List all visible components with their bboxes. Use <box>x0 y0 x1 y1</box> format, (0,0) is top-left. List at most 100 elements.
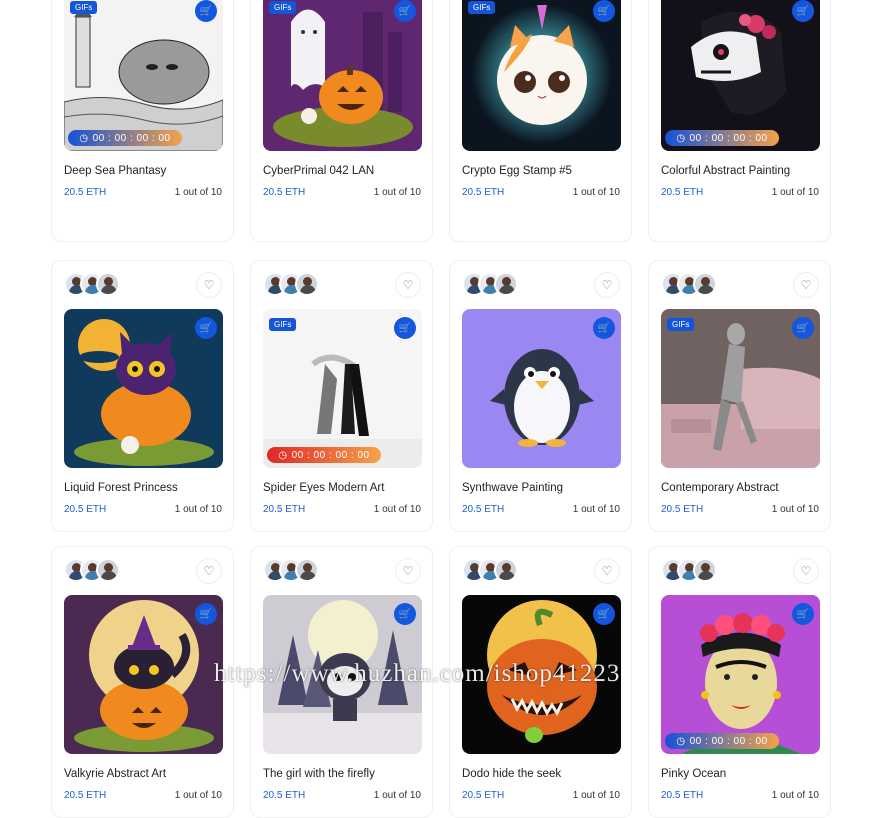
nft-card[interactable]: ♡ GIFs 🛒 Contemporary Abstract 20.5 ETH … <box>648 260 831 532</box>
card-topbar: ♡ <box>661 558 819 584</box>
card-topbar: ♡ <box>462 272 620 298</box>
nft-card[interactable]: GIFs 🛒 ◷ 00 : 00 : 00 : 00 Deep Sea Phant… <box>51 0 234 242</box>
nft-price: 20.5 ETH <box>661 187 704 198</box>
countdown-timer: ◷ 00 : 00 : 00 : 00 <box>68 130 182 146</box>
nft-price: 20.5 ETH <box>263 187 306 198</box>
nft-stock: 1 out of 10 <box>373 790 421 801</box>
nft-stock: 1 out of 10 <box>174 790 222 801</box>
card-topbar: ♡ <box>64 272 222 298</box>
heart-icon[interactable]: ♡ <box>793 272 819 298</box>
cart-icon[interactable]: 🛒 <box>394 603 416 625</box>
card-topbar: ♡ <box>661 272 819 298</box>
nft-title[interactable]: CyberPrimal 042 LAN <box>263 165 374 177</box>
avatar[interactable] <box>96 558 120 582</box>
heart-icon[interactable]: ♡ <box>395 272 421 298</box>
clock-icon: ◷ <box>79 132 89 144</box>
nft-price: 20.5 ETH <box>661 790 704 801</box>
countdown-value: 00 : 00 : 00 : 00 <box>291 449 370 461</box>
clock-icon: ◷ <box>676 132 686 144</box>
avatar[interactable] <box>295 272 319 296</box>
heart-icon[interactable]: ♡ <box>594 558 620 584</box>
nft-title[interactable]: Valkyrie Abstract Art <box>64 768 166 780</box>
cart-icon[interactable]: 🛒 <box>195 603 217 625</box>
nft-image[interactable]: GIFs 🛒 <box>462 0 621 151</box>
countdown-value: 00 : 00 : 00 : 00 <box>689 735 768 747</box>
nft-price: 20.5 ETH <box>263 790 306 801</box>
nft-title[interactable]: Deep Sea Phantasy <box>64 165 166 177</box>
clock-icon: ◷ <box>676 735 686 747</box>
nft-title[interactable]: Colorful Abstract Painting <box>661 165 790 177</box>
nft-title[interactable]: Dodo hide the seek <box>462 768 561 780</box>
nft-image[interactable]: 🛒 ◷ 00 : 00 : 00 : 00 <box>661 595 820 754</box>
nft-stock: 1 out of 10 <box>771 790 819 801</box>
nft-image[interactable]: GIFs 🛒 <box>661 309 820 468</box>
cart-icon[interactable]: 🛒 <box>394 317 416 339</box>
cart-icon[interactable]: 🛒 <box>593 0 615 22</box>
countdown-timer: ◷ 00 : 00 : 00 : 00 <box>267 447 381 463</box>
cart-icon[interactable]: 🛒 <box>394 0 416 22</box>
card-topbar: ♡ <box>263 272 421 298</box>
nft-stock: 1 out of 10 <box>373 504 421 515</box>
nft-card[interactable]: ♡ 🛒 Liquid Forest Princess 20.5 ETH 1 ou… <box>51 260 234 532</box>
nft-title[interactable]: Spider Eyes Modern Art <box>263 482 384 494</box>
cart-icon[interactable]: 🛒 <box>792 317 814 339</box>
nft-price: 20.5 ETH <box>462 187 505 198</box>
countdown-value: 00 : 00 : 00 : 00 <box>689 132 768 144</box>
cart-icon[interactable]: 🛒 <box>792 603 814 625</box>
nft-card[interactable]: ♡ 🛒 Synthwave Painting 20.5 ETH 1 out of… <box>449 260 632 532</box>
avatar[interactable] <box>494 558 518 582</box>
avatar[interactable] <box>96 272 120 296</box>
nft-stock: 1 out of 10 <box>572 187 620 198</box>
heart-icon[interactable]: ♡ <box>196 558 222 584</box>
nft-image[interactable]: 🛒 ◷ 00 : 00 : 00 : 00 <box>661 0 820 151</box>
cart-icon[interactable]: 🛒 <box>593 603 615 625</box>
nft-image[interactable]: GIFs 🛒 <box>263 0 422 151</box>
gif-badge: GIFs <box>468 1 496 14</box>
nft-stock: 1 out of 10 <box>572 504 620 515</box>
gif-badge: GIFs <box>667 318 695 331</box>
nft-card[interactable]: ♡ 🛒 Valkyrie Abstract Art 20.5 ETH 1 out… <box>51 546 234 818</box>
cart-icon[interactable]: 🛒 <box>593 317 615 339</box>
nft-image[interactable]: 🛒 <box>64 595 223 754</box>
nft-image[interactable]: 🛒 <box>462 309 621 468</box>
nft-card[interactable]: GIFs 🛒 CyberPrimal 042 LAN 20.5 ETH 1 ou… <box>250 0 433 242</box>
nft-price: 20.5 ETH <box>661 504 704 515</box>
nft-title[interactable]: Liquid Forest Princess <box>64 482 178 494</box>
heart-icon[interactable]: ♡ <box>793 558 819 584</box>
nft-image[interactable]: GIFs 🛒 ◷ 00 : 00 : 00 : 00 <box>263 309 422 468</box>
nft-price: 20.5 ETH <box>263 504 306 515</box>
nft-card[interactable]: ♡ 🛒 ◷ 00 : 00 : 00 : 00 Pinky Ocean 20.5 … <box>648 546 831 818</box>
nft-title[interactable]: Synthwave Painting <box>462 482 563 494</box>
nft-title[interactable]: Contemporary Abstract <box>661 482 779 494</box>
nft-price: 20.5 ETH <box>64 187 107 198</box>
nft-image[interactable]: GIFs 🛒 ◷ 00 : 00 : 00 : 00 <box>64 0 223 151</box>
card-topbar: ♡ <box>462 558 620 584</box>
nft-price: 20.5 ETH <box>64 790 107 801</box>
nft-card[interactable]: 🛒 ◷ 00 : 00 : 00 : 00 Colorful Abstract P… <box>648 0 831 242</box>
cart-icon[interactable]: 🛒 <box>792 0 814 22</box>
cart-icon[interactable]: 🛒 <box>195 0 217 22</box>
nft-title[interactable]: Crypto Egg Stamp #5 <box>462 165 572 177</box>
nft-card[interactable]: GIFs 🛒 Crypto Egg Stamp #5 20.5 ETH 1 ou… <box>449 0 632 242</box>
nft-title[interactable]: The girl with the firefly <box>263 768 375 780</box>
avatar[interactable] <box>295 558 319 582</box>
nft-grid: GIFs 🛒 ◷ 00 : 00 : 00 : 00 Deep Sea Phant… <box>0 0 889 818</box>
nft-title[interactable]: Pinky Ocean <box>661 768 726 780</box>
heart-icon[interactable]: ♡ <box>196 272 222 298</box>
nft-card[interactable]: ♡ GIFs 🛒 ◷ 00 : 00 : 00 : 00 Spider Eyes … <box>250 260 433 532</box>
heart-icon[interactable]: ♡ <box>395 558 421 584</box>
avatar[interactable] <box>693 558 717 582</box>
countdown-timer: ◷ 00 : 00 : 00 : 00 <box>665 130 779 146</box>
nft-price: 20.5 ETH <box>462 504 505 515</box>
countdown-value: 00 : 00 : 00 : 00 <box>92 132 171 144</box>
nft-price: 20.5 ETH <box>64 504 107 515</box>
nft-price: 20.5 ETH <box>462 790 505 801</box>
gif-badge: GIFs <box>269 1 297 14</box>
heart-icon[interactable]: ♡ <box>594 272 620 298</box>
card-topbar: ♡ <box>263 558 421 584</box>
cart-icon[interactable]: 🛒 <box>195 317 217 339</box>
nft-image[interactable]: 🛒 <box>64 309 223 468</box>
avatar[interactable] <box>494 272 518 296</box>
clock-icon: ◷ <box>278 449 288 461</box>
avatar[interactable] <box>693 272 717 296</box>
